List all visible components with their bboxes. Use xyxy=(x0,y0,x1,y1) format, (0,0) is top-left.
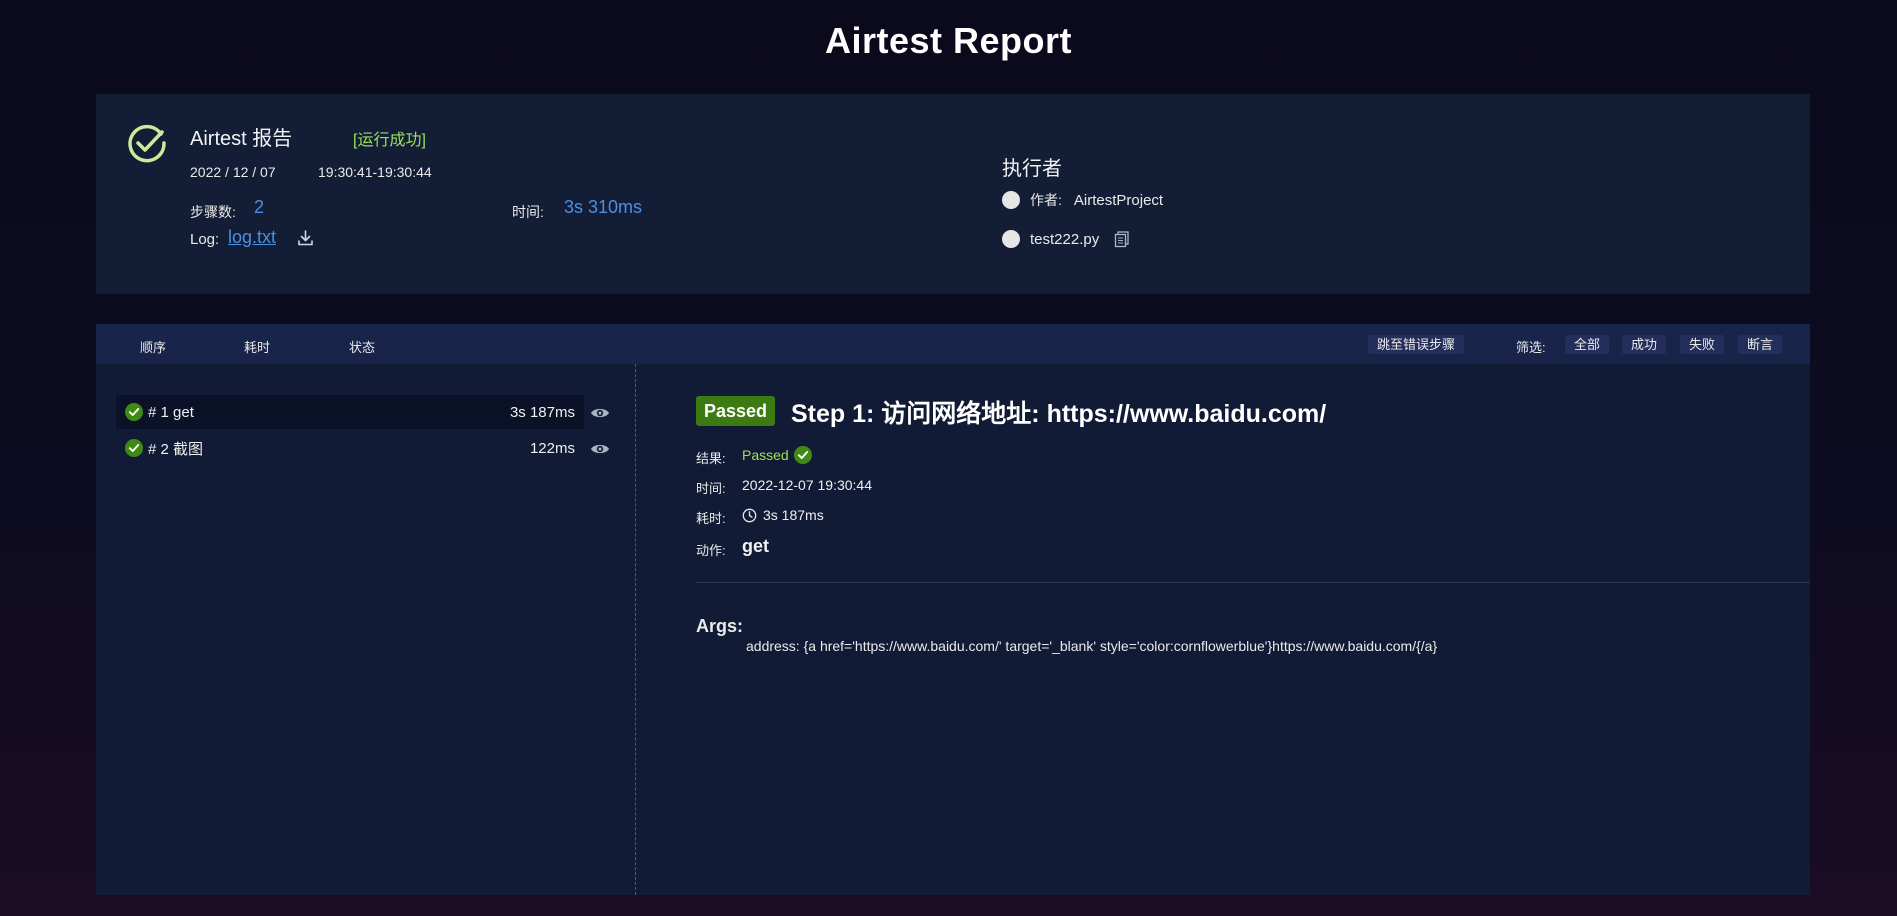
check-icon xyxy=(125,439,143,457)
result-text: Passed xyxy=(742,447,789,463)
action-value: get xyxy=(742,536,769,556)
result-value: Passed xyxy=(742,446,812,464)
copy-icon[interactable] xyxy=(1113,230,1131,248)
step-title: Step 1: 访问网络地址: https://www.baidu.com/ xyxy=(791,400,1327,428)
duration-value: 3s 187ms xyxy=(742,507,824,523)
steps-count-label: 步骤数: xyxy=(190,204,236,220)
filter-assert-button[interactable]: 断言 xyxy=(1738,335,1783,354)
script-dot-icon xyxy=(1002,230,1020,248)
filter-fail-button[interactable]: 失败 xyxy=(1680,335,1725,354)
author-value: AirtestProject xyxy=(1073,191,1164,209)
time-label: 时间: xyxy=(696,481,726,496)
script-name: test222.py xyxy=(1030,230,1100,248)
executor-title: 执行者 xyxy=(1002,158,1062,180)
duration-label: 耗时: xyxy=(696,511,726,526)
summary-panel: Airtest 报告 [运行成功] 2022 / 12 / 07 19:30:4… xyxy=(96,94,1810,294)
eye-icon[interactable] xyxy=(590,406,610,420)
filter-success-button[interactable]: 成功 xyxy=(1622,335,1667,354)
step-duration: 122ms xyxy=(529,439,575,457)
check-circle-icon xyxy=(128,124,166,163)
author-label: 作者: xyxy=(1030,192,1062,208)
filter-label: 筛选: xyxy=(1516,340,1546,355)
sort-by-status[interactable]: 状态 xyxy=(349,337,375,356)
step-item-2[interactable]: # 2 截图 122ms xyxy=(116,431,584,465)
sort-by-order[interactable]: 顺序 xyxy=(140,337,166,356)
log-link[interactable]: log.txt xyxy=(228,227,276,248)
args-title: Args: xyxy=(696,616,744,636)
clock-icon xyxy=(742,508,757,522)
result-label: 结果: xyxy=(696,451,726,466)
check-icon xyxy=(793,446,812,464)
sort-by-duration[interactable]: 耗时 xyxy=(244,337,270,356)
args-address: address: {a href='https://www.baidu.com/… xyxy=(746,638,1438,654)
passed-badge: Passed xyxy=(696,396,776,426)
step-list: # 1 get 3s 187ms # 2 截图 122ms xyxy=(96,364,636,895)
executor-author: 作者: AirtestProject xyxy=(1002,190,1163,210)
time-value: 2022-12-07 19:30:44 xyxy=(742,477,872,493)
action-label: 动作: xyxy=(696,543,726,558)
step-item-1[interactable]: # 1 get 3s 187ms xyxy=(116,395,584,429)
total-duration-value: 3s 310ms xyxy=(564,197,643,217)
report-date: 2022 / 12 / 07 xyxy=(190,164,276,180)
run-status: [运行成功] xyxy=(353,132,426,149)
steps-toolbar: 顺序 耗时 状态 跳至错误步骤 筛选: 全部 成功 失败 断言 xyxy=(96,324,1810,364)
duration-text: 3s 187ms xyxy=(763,507,824,523)
step-name: # 2 截图 xyxy=(148,440,204,458)
step-duration: 3s 187ms xyxy=(509,403,575,421)
detail-divider xyxy=(696,582,1810,583)
jump-to-error-button[interactable]: 跳至错误步骤 xyxy=(1368,335,1465,354)
log-label: Log: xyxy=(190,231,220,248)
report-time-range: 19:30:41-19:30:44 xyxy=(318,164,432,180)
filter-all-button[interactable]: 全部 xyxy=(1565,335,1610,354)
steps-panel: 顺序 耗时 状态 跳至错误步骤 筛选: 全部 成功 失败 断言 # 1 get … xyxy=(96,324,1810,895)
total-duration-label: 时间: xyxy=(512,204,544,220)
steps-count-value: 2 xyxy=(254,197,265,217)
check-icon xyxy=(125,403,143,421)
report-title: Airtest 报告 xyxy=(190,128,293,150)
author-dot-icon xyxy=(1002,191,1020,209)
step-name: # 1 get xyxy=(148,403,194,421)
executor-script: test222.py xyxy=(1002,230,1131,248)
page-title: Airtest Report xyxy=(824,20,1073,61)
eye-icon[interactable] xyxy=(590,442,610,456)
step-detail: Passed Step 1: 访问网络地址: https://www.baidu… xyxy=(636,364,1810,895)
download-icon[interactable] xyxy=(297,229,314,247)
